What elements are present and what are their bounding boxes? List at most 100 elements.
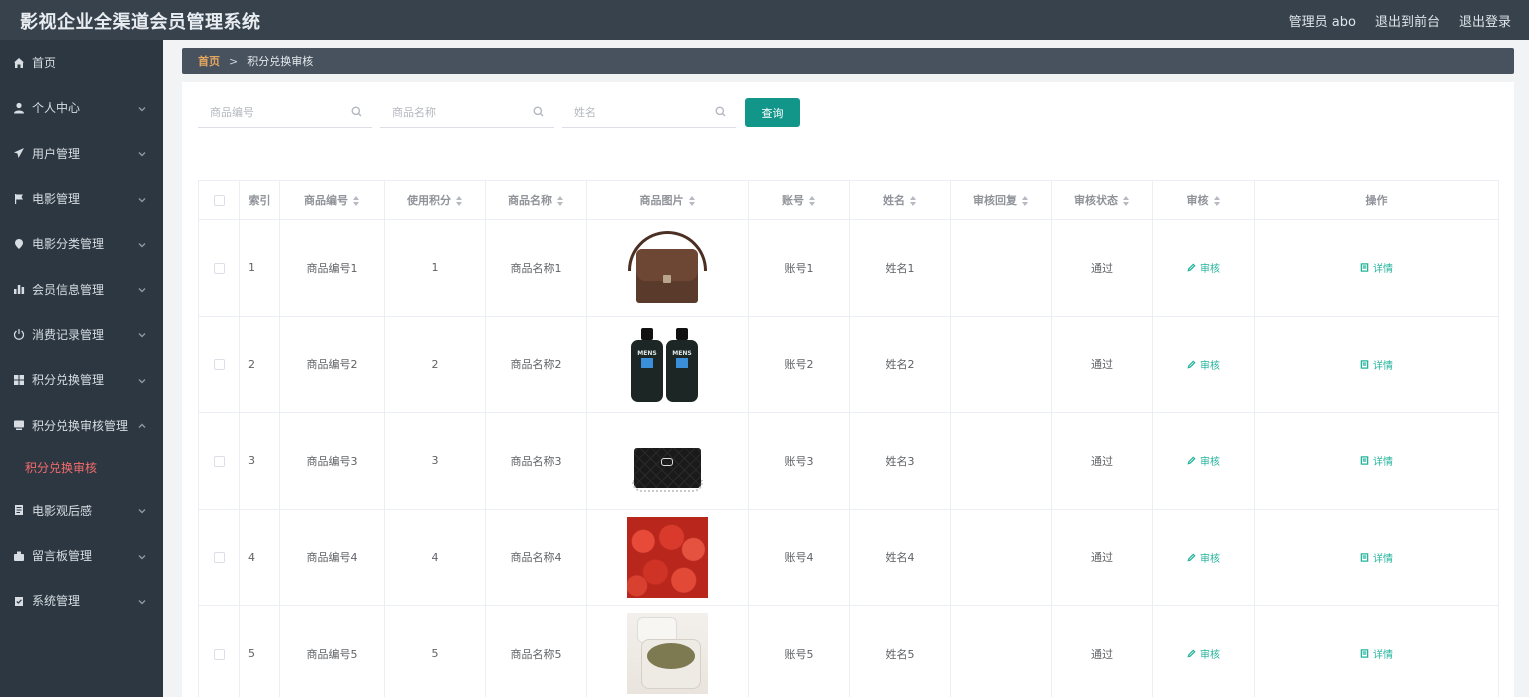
submenu-item-points-review[interactable]: 积分兑换审核 [0,448,163,488]
send-icon [12,146,26,160]
cell-product-image [586,412,749,510]
sidebar-item-points-exchange[interactable]: 积分兑换管理 [0,357,163,402]
sidebar-item-home[interactable]: 首页 [0,40,163,85]
sidebar-item-system-management[interactable]: 系统管理 [0,578,163,623]
col-header-actions: 操作 [1254,180,1499,220]
row-checkbox[interactable] [213,648,225,660]
col-header-points[interactable]: 使用积分 [384,180,486,220]
table-row: 4 商品编号4 4 商品名称4 账号4 姓名4 通过 审核 详情 [198,508,1499,606]
flag-icon [12,192,26,206]
cell-product-name: 商品名称3 [485,412,587,510]
name-input[interactable] [562,98,736,126]
col-header-account[interactable]: 账号 [748,180,850,220]
row-checkbox[interactable] [213,262,225,274]
cell-review: 审核 [1152,412,1255,510]
sort-icon[interactable] [1123,196,1130,206]
product-image-cream-jars [627,613,708,695]
cell-index: 1 [239,219,280,317]
breadcrumb: 首页 > 积分兑换审核 [182,48,1514,74]
review-button[interactable]: 审核 [1187,357,1220,372]
cell-product-name: 商品名称5 [485,605,587,697]
cell-account: 账号3 [748,412,850,510]
sidebar-item-label: 积分兑换审核管理 [32,418,129,433]
cell-actions: 详情 [1254,605,1499,697]
query-button[interactable]: 查询 [745,98,800,127]
review-button[interactable]: 审核 [1187,453,1220,468]
edit-icon [1187,553,1196,562]
cell-index: 5 [239,605,280,697]
sort-icon[interactable] [1022,196,1029,206]
cell-actions: 详情 [1254,412,1499,510]
back-to-front-link[interactable]: 退出到前台 [1375,11,1440,30]
document-icon [1360,360,1369,369]
cell-review-status: 通过 [1051,219,1153,317]
cell-account: 账号4 [748,508,850,606]
cell-account: 账号1 [748,219,850,317]
cell-index: 4 [239,508,280,606]
detail-button[interactable]: 详情 [1360,550,1393,565]
row-checkbox[interactable] [213,552,225,564]
product-code-input[interactable] [198,98,372,126]
sidebar-item-consumption-records[interactable]: 消费记录管理 [0,312,163,357]
monitor-icon [12,418,26,432]
sort-icon[interactable] [1213,196,1221,206]
breadcrumb-home[interactable]: 首页 [198,53,220,69]
cell-review: 审核 [1152,605,1255,697]
detail-button[interactable]: 详情 [1360,260,1393,275]
col-header-index: 索引 [239,180,280,220]
product-image-cherries [627,516,708,598]
logout-link[interactable]: 退出登录 [1459,11,1511,30]
sidebar-item-movie-reviews[interactable]: 电影观后感 [0,488,163,533]
row-checkbox[interactable] [213,359,225,371]
sort-icon[interactable] [910,196,917,206]
cell-review: 审核 [1152,219,1255,317]
review-button[interactable]: 审核 [1187,550,1220,565]
sidebar-item-movie-management[interactable]: 电影管理 [0,176,163,221]
sidebar-item-movie-category[interactable]: 电影分类管理 [0,221,163,266]
detail-button[interactable]: 详情 [1360,646,1393,661]
cell-index: 2 [239,315,280,413]
chevron-down-icon [137,596,147,606]
sidebar-item-member-info[interactable]: 会员信息管理 [0,266,163,311]
review-button[interactable]: 审核 [1187,260,1220,275]
cell-product-code: 商品编号4 [279,508,385,606]
col-header-review[interactable]: 审核 [1152,180,1255,220]
sort-icon[interactable] [557,196,564,206]
row-checkbox[interactable] [213,455,225,467]
table-row: 2 商品编号2 2 商品名称2 MENS MENS 账号2 姓名2 通过 审核 … [198,315,1499,413]
sidebar-item-label: 积分兑换管理 [32,373,105,388]
col-header-product-code[interactable]: 商品编号 [279,180,385,220]
sort-icon[interactable] [353,196,360,206]
sidebar-item-label: 用户管理 [32,146,81,161]
col-header-review-status[interactable]: 审核状态 [1051,180,1153,220]
sidebar-item-personal-center[interactable]: 个人中心 [0,85,163,130]
sidebar-item-label: 留言板管理 [32,549,93,564]
sidebar-item-label: 消费记录管理 [32,327,105,342]
col-header-name[interactable]: 姓名 [849,180,951,220]
sort-icon[interactable] [809,196,816,206]
chevron-down-icon [137,551,147,561]
product-name-input[interactable] [380,98,554,126]
sort-icon[interactable] [688,196,696,206]
col-header-review-reply[interactable]: 审核回复 [950,180,1052,220]
col-header-product-name[interactable]: 商品名称 [485,180,587,220]
cell-review-reply [950,605,1052,697]
select-all-checkbox[interactable] [213,195,225,206]
detail-button[interactable]: 详情 [1360,357,1393,372]
cell-product-name: 商品名称1 [485,219,587,317]
col-header-product-image[interactable]: 商品图片 [586,180,749,220]
document-icon [1360,649,1369,658]
cell-actions: 详情 [1254,219,1499,317]
search-icon [351,106,362,117]
cell-product-code: 商品编号5 [279,605,385,697]
chevron-down-icon [137,194,147,204]
detail-button[interactable]: 详情 [1360,453,1393,468]
cell-review-status: 通过 [1051,412,1153,510]
sidebar-item-user-management[interactable]: 用户管理 [0,131,163,176]
sidebar-item-message-board[interactable]: 留言板管理 [0,533,163,578]
review-button[interactable]: 审核 [1187,646,1220,661]
search-icon [533,106,544,117]
cell-name: 姓名2 [849,315,951,413]
sidebar-item-points-review[interactable]: 积分兑换审核管理 [0,402,163,447]
sort-icon[interactable] [456,196,463,206]
